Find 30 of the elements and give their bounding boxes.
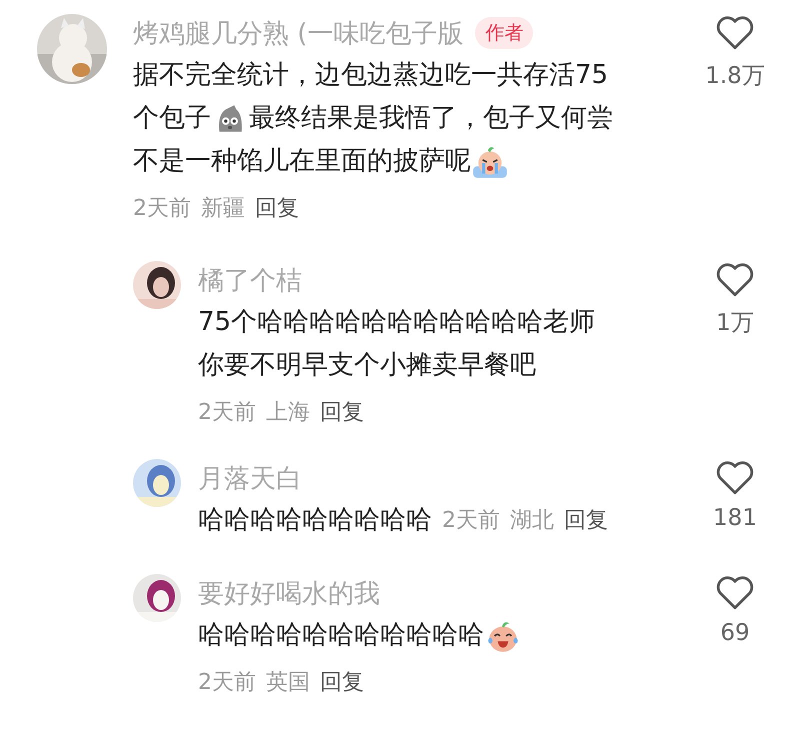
heart-icon[interactable] [716, 461, 754, 495]
reply-link[interactable]: 回复 [255, 193, 299, 223]
crying-emoji-icon [471, 144, 509, 178]
like-count: 181 [713, 505, 757, 531]
comment-text: 不是一种馅儿在里面的披萨呢 [133, 145, 471, 178]
comment-time: 2天前 [133, 195, 191, 223]
heart-icon[interactable] [716, 263, 754, 297]
comment-location: 英国 [266, 669, 310, 697]
comment-location: 新疆 [201, 195, 245, 223]
heart-icon[interactable] [716, 16, 754, 50]
like-count: 1万 [716, 309, 754, 338]
comment-location: 湖北 [510, 507, 554, 535]
author-badge: 作者 [475, 17, 534, 49]
comment-text: 哈哈哈哈哈哈哈哈哈 [198, 504, 432, 537]
comment-text: 哈哈哈哈哈哈哈哈哈哈哈 [198, 619, 484, 652]
comment-location: 上海 [266, 399, 310, 427]
reply-link[interactable]: 回复 [320, 397, 364, 427]
heart-icon[interactable] [716, 576, 754, 610]
like-count: 69 [720, 620, 750, 646]
comment-time: 2天前 [198, 399, 256, 427]
reply-link[interactable]: 回复 [564, 499, 608, 542]
comment-text: 最终结果是我悟了，包子又何尝 [249, 102, 613, 135]
like-count: 1.8万 [705, 62, 765, 91]
comment-time: 2天前 [198, 669, 256, 697]
reply-link[interactable]: 回复 [320, 667, 364, 697]
comment-text: 75个哈哈哈哈哈哈哈哈哈哈哈老师 [198, 306, 596, 339]
comment-text: 你要不明早支个小摊卖早餐吧 [198, 349, 536, 382]
comment-text: 据不完全统计，边包边蒸边吃一共存活75 [133, 59, 608, 92]
comment-text: 个包子 [133, 102, 211, 135]
comment-time: 2天前 [442, 507, 500, 535]
